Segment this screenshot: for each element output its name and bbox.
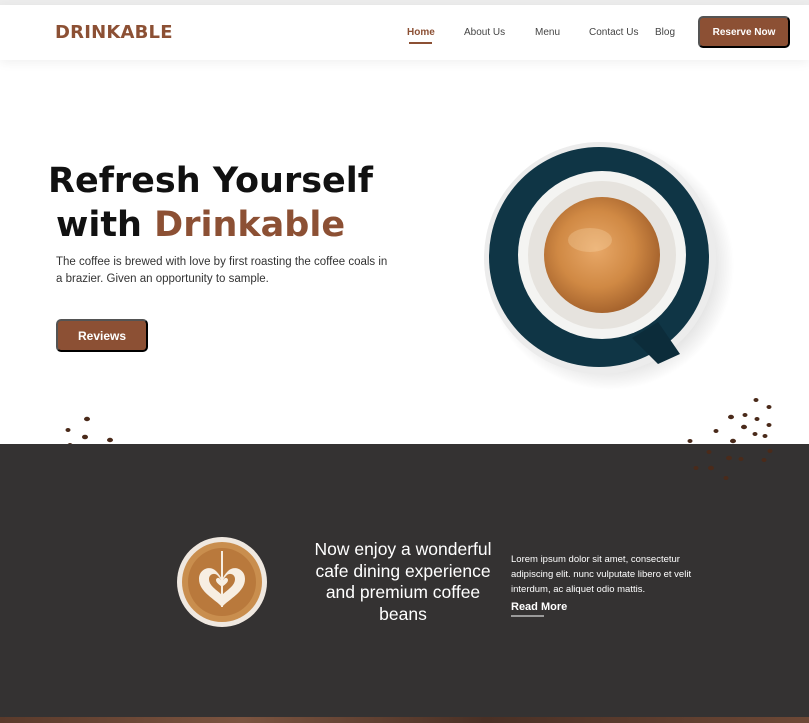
logo[interactable]: DRINKABLE bbox=[55, 22, 173, 43]
nav-menu[interactable]: Menu bbox=[535, 27, 560, 38]
next-section-image-edge bbox=[0, 717, 809, 723]
read-more-link[interactable]: Read More bbox=[511, 601, 567, 613]
nav-home[interactable]: Home bbox=[407, 27, 435, 38]
feature-headline: Now enjoy a wonderful cafe dining experi… bbox=[314, 539, 492, 624]
espresso-cup-image bbox=[482, 142, 742, 392]
hero-title-accent: Drinkable bbox=[154, 205, 346, 245]
nav-blog[interactable]: Blog bbox=[655, 27, 675, 38]
hero-title-prefix: with bbox=[56, 205, 142, 245]
nav-about-us[interactable]: About Us bbox=[464, 27, 505, 38]
hero-title-line2: with Drinkable bbox=[56, 205, 345, 245]
coffee-beans-right bbox=[687, 398, 773, 480]
read-more-underline bbox=[511, 615, 544, 617]
hero-title-line1: Refresh Yourself bbox=[48, 161, 373, 201]
latte-art-image bbox=[177, 537, 267, 627]
reviews-button[interactable]: Reviews bbox=[56, 319, 148, 352]
nav-contact-us[interactable]: Contact Us bbox=[589, 27, 638, 38]
reserve-now-button[interactable]: Reserve Now bbox=[698, 16, 790, 48]
hero-description: The coffee is brewed with love by first … bbox=[56, 256, 388, 285]
nav-active-underline bbox=[409, 42, 432, 44]
feature-body: Lorem ipsum dolor sit amet, consectetur … bbox=[511, 554, 692, 595]
navbar: DRINKABLE Home About Us Menu Contact Us … bbox=[0, 5, 809, 60]
